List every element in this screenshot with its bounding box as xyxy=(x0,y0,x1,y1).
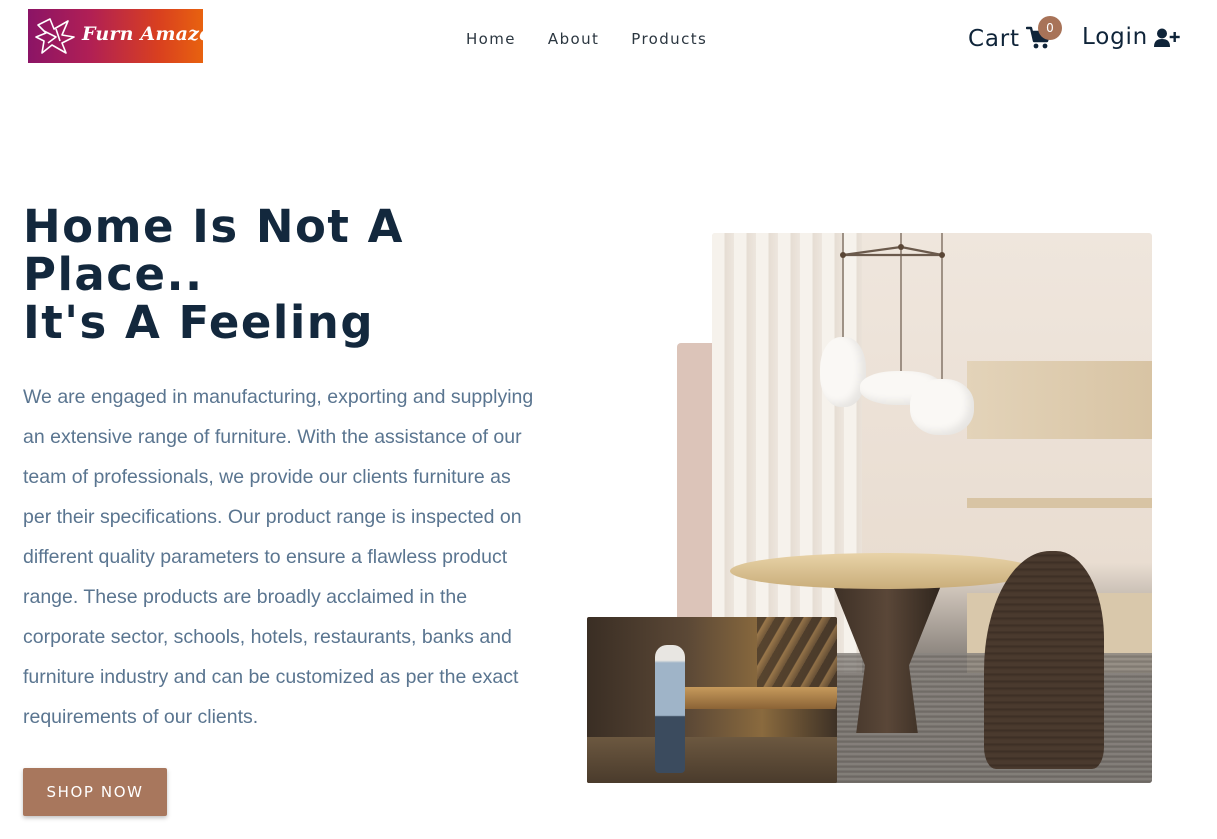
carpenter-shape xyxy=(655,645,685,773)
hero-title: Home Is Not A Place.. It's A Feeling xyxy=(23,203,543,347)
workshop-floor-shape xyxy=(587,737,837,783)
chair-shape xyxy=(984,551,1104,769)
logo-mark-icon xyxy=(35,18,75,54)
user-plus-icon xyxy=(1154,28,1180,47)
hero-title-line-2: Place.. xyxy=(23,248,204,301)
cart-count-badge: 0 xyxy=(1038,16,1062,40)
hero-title-line-1: Home Is Not A xyxy=(23,200,404,253)
shop-now-button[interactable]: SHOP NOW xyxy=(23,768,167,816)
hero-title-line-3: It's A Feeling xyxy=(23,296,375,349)
brand-name: Furn Amaze xyxy=(82,23,212,45)
main-nav: Home About Products xyxy=(466,30,739,48)
nav-products-link[interactable]: Products xyxy=(631,30,707,48)
login-button[interactable]: Login xyxy=(1082,24,1180,50)
wall-ledge-shape xyxy=(967,498,1152,508)
cart-button[interactable]: Cart 0 xyxy=(968,16,1062,52)
hero-description: We are engaged in manufacturing, exporti… xyxy=(23,386,534,728)
cart-label: Cart xyxy=(968,26,1020,52)
nav-about-link[interactable]: About xyxy=(548,30,599,48)
brand-logo[interactable]: Furn Amaze xyxy=(28,9,211,63)
workshop-image xyxy=(587,617,837,783)
table-top-shape xyxy=(730,553,1038,589)
login-label: Login xyxy=(1082,24,1149,50)
nav-home-link[interactable]: Home xyxy=(466,30,516,48)
lamp-wires-icon xyxy=(840,233,945,379)
